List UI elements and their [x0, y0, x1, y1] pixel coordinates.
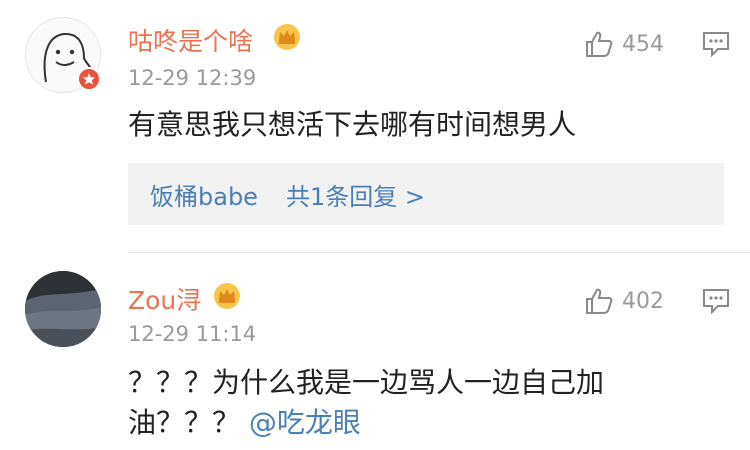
reply-username[interactable]: 饭桶babe: [150, 177, 258, 212]
username[interactable]: 咕咚是个啥: [128, 22, 253, 58]
profile-photo: [25, 271, 101, 347]
comment-text-line-1: ？？？为什么我是一边骂人一边自己加: [128, 366, 605, 399]
comment-reply-icon[interactable]: [702, 31, 730, 57]
comment-reply-icon[interactable]: [702, 288, 730, 314]
avatar[interactable]: [25, 271, 101, 347]
vip-crown-icon: [274, 24, 300, 50]
timestamp: 12-29 12:39: [128, 66, 257, 90]
comment-text: 有意思我只想活下去哪有时间想男人: [128, 108, 577, 141]
reply-preview[interactable]: 饭桶babe 共1条回复 >: [128, 163, 724, 225]
thumbs-up-icon: [586, 31, 613, 57]
vip-crown-icon: [214, 283, 240, 309]
like-button[interactable]: 454: [584, 29, 664, 59]
reply-count-link[interactable]: 共1条回复 >: [286, 177, 425, 212]
thumbs-up-icon: [586, 288, 613, 314]
timestamp: 12-29 11:14: [128, 322, 257, 346]
username[interactable]: Zou浔: [128, 281, 201, 317]
divider: [128, 252, 750, 253]
like-button[interactable]: 402: [584, 286, 664, 316]
mention-link[interactable]: @吃龙眼: [249, 406, 361, 439]
verified-badge-icon: [77, 67, 101, 91]
comment-text-line-2: 油？？？ @吃龙眼: [128, 401, 361, 445]
like-count: 454: [622, 31, 664, 57]
comment-text-line-2-text: 油？？？: [128, 406, 241, 439]
like-count: 402: [622, 288, 664, 314]
